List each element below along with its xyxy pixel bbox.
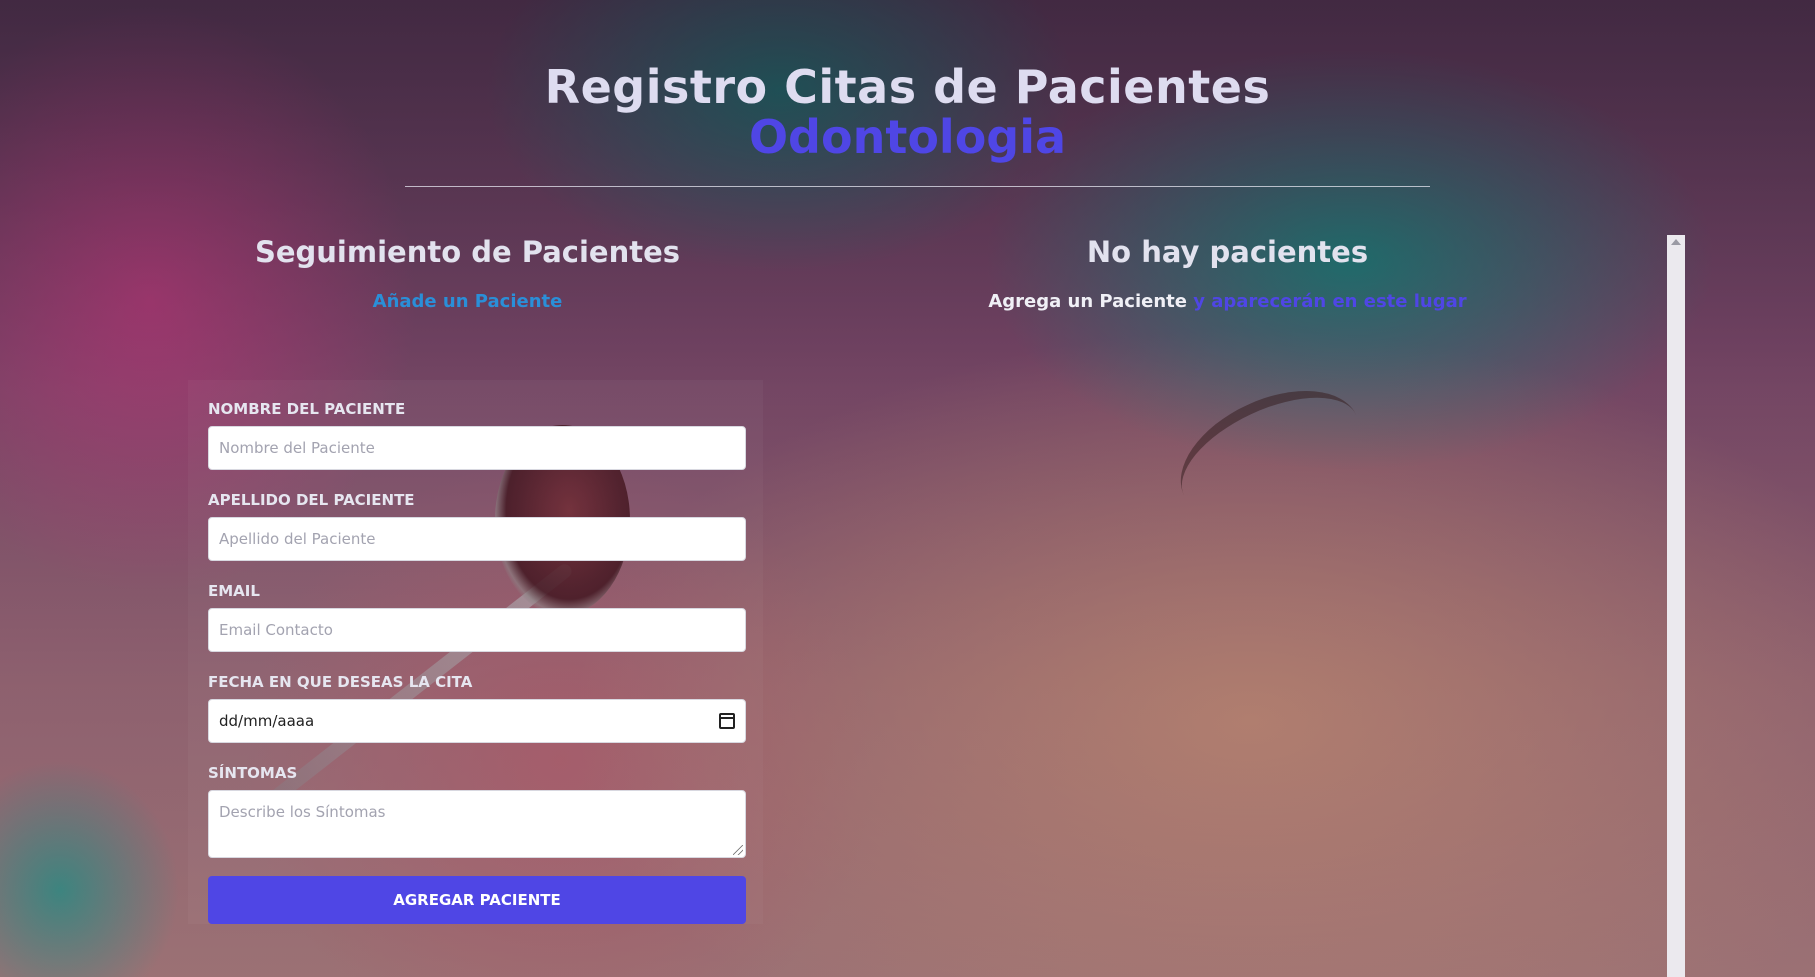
page-subtitle: Odontologia [748, 110, 1067, 164]
page-header: Registro Citas de Pacientes Odontologia [0, 62, 1815, 162]
page: Registro Citas de Pacientes Odontologia … [0, 0, 1815, 977]
form-section-title: Seguimiento de Pacientes [254, 235, 681, 269]
input-placeholder: Apellido del Paciente [219, 530, 376, 548]
field-sintomas: SÍNTOMAS Describe los Síntomas [208, 764, 746, 858]
form-section-subtitle: Añade un Paciente [372, 291, 563, 312]
scroll-up-arrow-icon[interactable] [1671, 239, 1681, 245]
field-label: FECHA EN QUE DESEAS LA CITA [208, 673, 473, 691]
field-label: SÍNTOMAS [208, 764, 298, 782]
symptoms-textarea[interactable]: Describe los Síntomas [208, 790, 746, 858]
apellido-input[interactable]: Apellido del Paciente [208, 517, 746, 561]
field-apellido: APELLIDO DEL PACIENTE Apellido del Pacie… [208, 491, 746, 561]
patient-form-section: Seguimiento de Pacientes Añade un Pacien… [180, 235, 755, 312]
date-input-value: dd/mm/aaaa [219, 712, 315, 730]
list-subtitle-prefix: Agrega un Paciente [988, 291, 1187, 312]
calendar-icon[interactable] [719, 713, 735, 729]
list-section-subtitle: Agrega un Paciente y aparecerán en este … [940, 291, 1515, 312]
patient-list-scrollbar[interactable] [1667, 235, 1685, 977]
input-placeholder: Email Contacto [219, 621, 333, 639]
add-patient-button[interactable]: AGREGAR PACIENTE [208, 876, 746, 924]
resize-grip-icon[interactable] [733, 845, 743, 855]
nombre-input[interactable]: Nombre del Paciente [208, 426, 746, 470]
patient-list-section: No hay pacientes Agrega un Paciente y ap… [940, 235, 1515, 312]
page-title: Registro Citas de Pacientes [544, 60, 1271, 114]
date-input[interactable]: dd/mm/aaaa [208, 699, 746, 743]
field-label: NOMBRE DEL PACIENTE [208, 400, 406, 418]
list-subtitle-suffix: y aparecerán en este lugar [1186, 291, 1467, 312]
list-section-title: No hay pacientes [1086, 235, 1369, 269]
patient-form: NOMBRE DEL PACIENTE Nombre del Paciente … [188, 380, 763, 924]
field-label: EMAIL [208, 582, 260, 600]
textarea-placeholder: Describe los Síntomas [219, 803, 386, 821]
input-placeholder: Nombre del Paciente [219, 439, 375, 457]
field-nombre: NOMBRE DEL PACIENTE Nombre del Paciente [208, 400, 746, 470]
email-input[interactable]: Email Contacto [208, 608, 746, 652]
field-label: APELLIDO DEL PACIENTE [208, 491, 415, 509]
header-divider [405, 186, 1430, 187]
field-fecha: FECHA EN QUE DESEAS LA CITA dd/mm/aaaa [208, 673, 746, 743]
field-email: EMAIL Email Contacto [208, 582, 746, 652]
